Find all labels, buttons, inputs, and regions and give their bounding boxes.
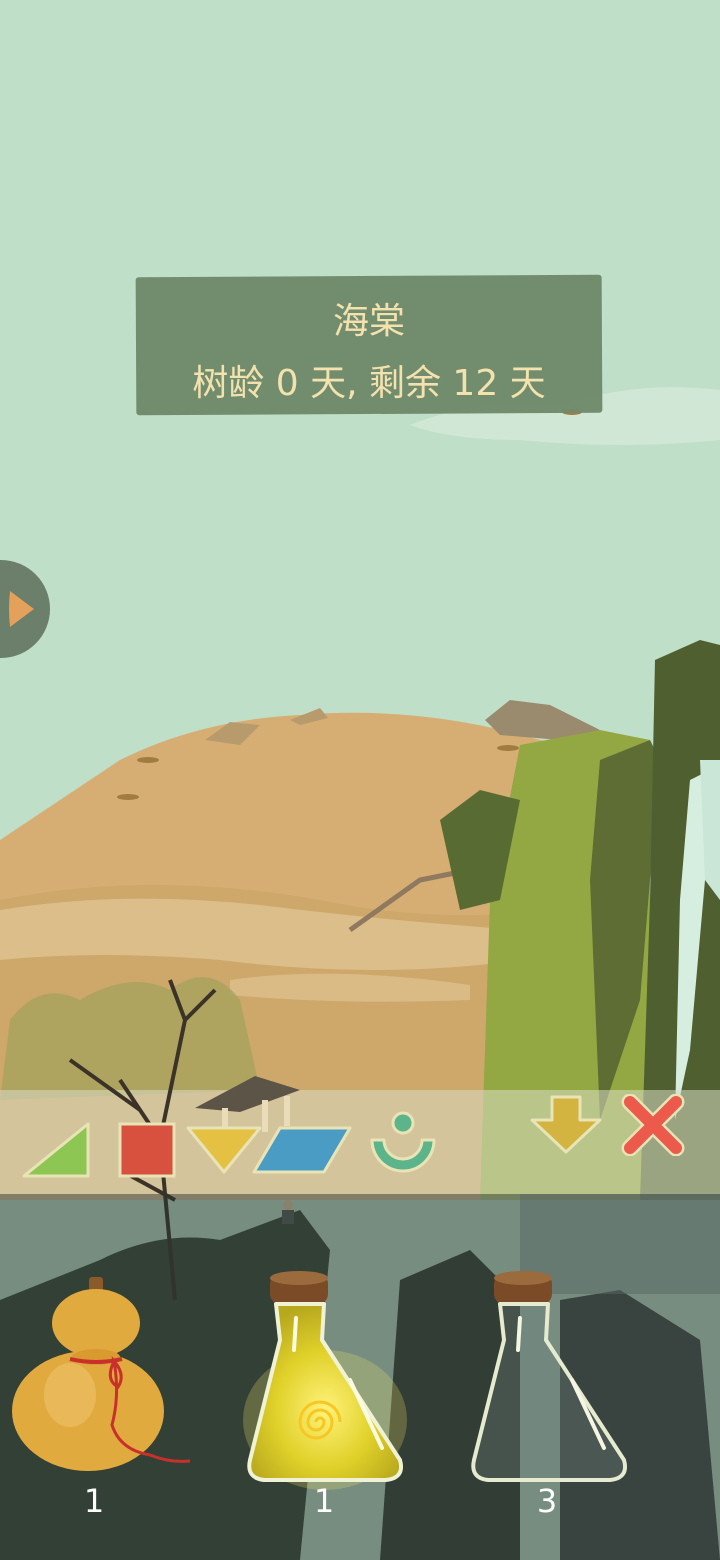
square-icon[interactable] — [118, 1122, 176, 1178]
gourd-item[interactable] — [10, 1275, 195, 1485]
empty-flask-count: 3 — [536, 1482, 558, 1520]
tree-age-text: 树龄 0 天, 剩余 12 天 — [192, 363, 546, 404]
parallelogram-icon[interactable] — [250, 1124, 354, 1176]
glowing-potion-count: 1 — [313, 1482, 335, 1520]
glowing-potion-flask-item[interactable] — [240, 1270, 420, 1490]
gourd-count: 1 — [83, 1482, 105, 1520]
play-arrow-icon — [9, 591, 34, 627]
close-icon[interactable] — [620, 1094, 686, 1156]
empty-flask-item[interactable] — [464, 1270, 639, 1490]
triangle-icon[interactable] — [20, 1120, 94, 1180]
cup-icon[interactable] — [368, 1108, 438, 1178]
down-arrow-icon[interactable] — [528, 1094, 604, 1156]
plant-name: 海棠 — [332, 301, 405, 342]
